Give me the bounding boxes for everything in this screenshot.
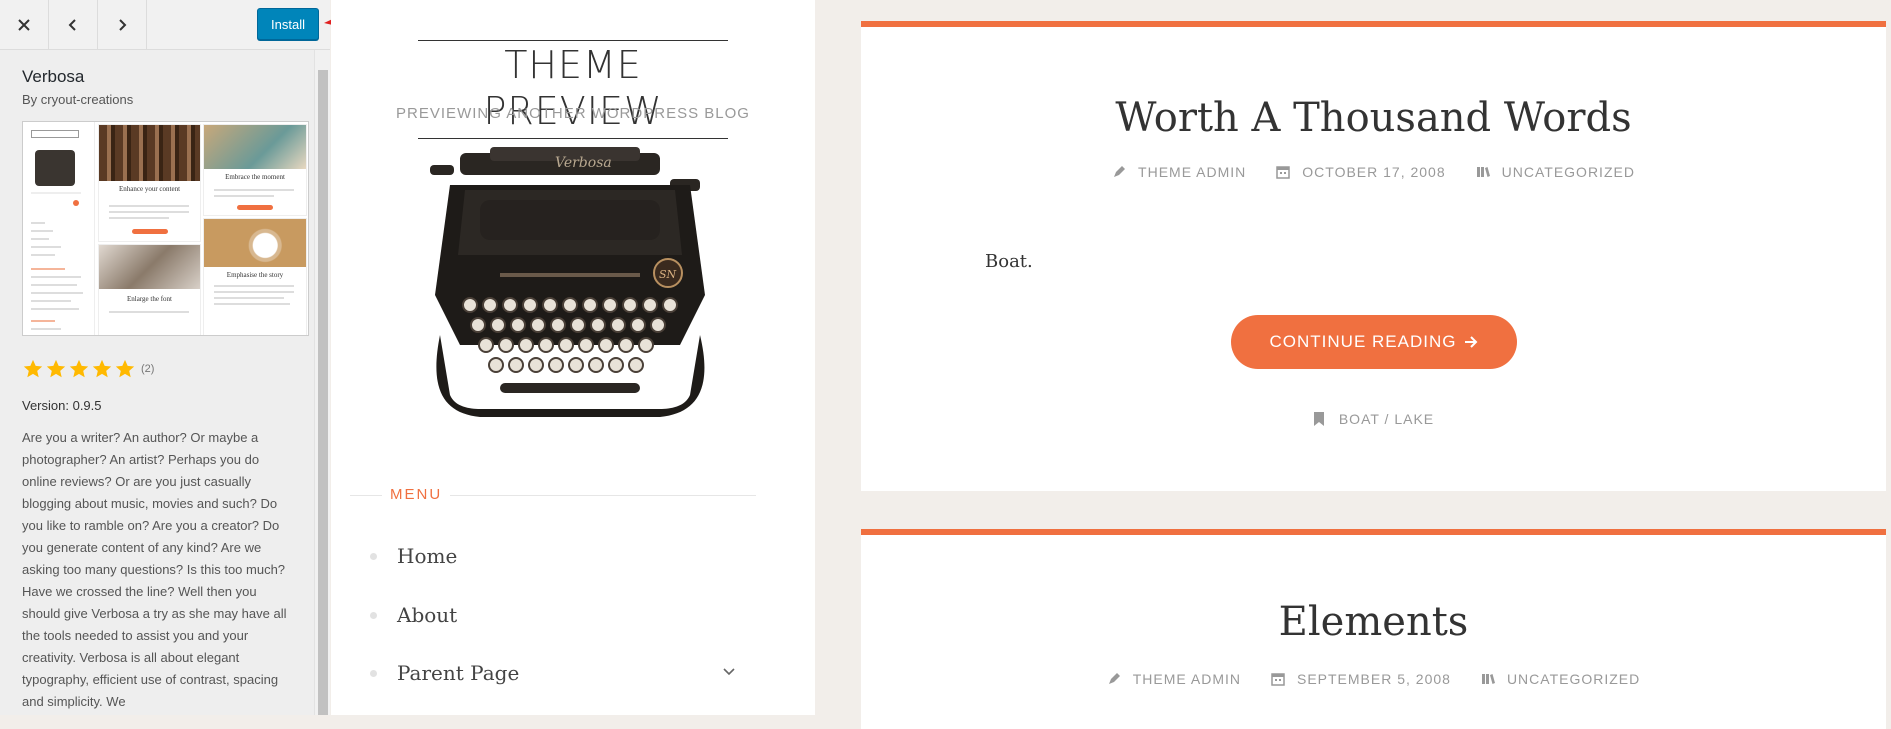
post-excerpt: Boat. (985, 251, 1033, 272)
post-meta: THEME ADMIN OCTOBER 17, 2008 UNCATEGORIZ… (861, 164, 1886, 180)
menu-item-label: Home (397, 544, 458, 568)
continue-reading-button[interactable]: CONTINUE READING (1231, 315, 1517, 369)
screenshot-sidebar (23, 122, 95, 335)
star-icon (46, 359, 66, 378)
post-category[interactable]: UNCATEGORIZED (1481, 671, 1640, 687)
post-date[interactable]: OCTOBER 17, 2008 (1276, 164, 1445, 180)
menu-heading: MENU (382, 486, 451, 503)
bullet-icon (370, 611, 377, 619)
scrollbar-thumb[interactable] (318, 70, 328, 715)
post-tags[interactable]: BOAT / LAKE (861, 411, 1886, 427)
menu-item-parent-page[interactable]: Parent Page (370, 658, 519, 688)
svg-text:SN: SN (659, 268, 677, 281)
theme-name: Verbosa (22, 67, 85, 86)
star-rating: (2) (22, 358, 292, 380)
close-icon (18, 18, 30, 31)
menu-item-about[interactable]: About (370, 600, 457, 630)
arrow-right-icon (1465, 336, 1478, 348)
typewriter-header-image: Verbosa SN (430, 147, 705, 417)
rating-count[interactable]: (2) (141, 363, 154, 375)
star-icon (69, 359, 89, 378)
theme-details: Verbosa By cryout-creations Enhance your… (0, 50, 314, 715)
chevron-down-icon[interactable] (722, 665, 736, 679)
menu-item-label: Parent Page (397, 661, 520, 685)
sidebar-scrollbar[interactable] (314, 50, 330, 715)
close-button[interactable] (0, 0, 49, 49)
screenshot-tile: Emphasise the story (203, 218, 307, 335)
post-category[interactable]: UNCATEGORIZED (1476, 164, 1635, 180)
chevron-right-icon (119, 18, 127, 31)
next-theme-button[interactable] (98, 0, 147, 49)
customizer-sidebar: Install Verbosa By cryout-creations Enha… (0, 0, 330, 715)
books-icon (1476, 167, 1490, 177)
books-icon (1481, 674, 1495, 684)
calendar-icon (1271, 673, 1285, 686)
menu-item-home[interactable]: Home (370, 541, 457, 571)
post-author[interactable]: THEME ADMIN (1107, 671, 1241, 687)
bullet-icon (370, 552, 377, 560)
site-title[interactable]: THEME PREVIEW (418, 40, 728, 139)
chevron-left-icon (68, 18, 76, 31)
screenshot-tile: Enlarge the font (98, 244, 201, 335)
post-meta: THEME ADMIN SEPTEMBER 5, 2008 UNCATEGORI… (861, 671, 1886, 687)
site-description: PREVIEWING ANOTHER WORDPRESS BLOG (396, 105, 750, 122)
theme-description: Are you a writer? An author? Or maybe a … (22, 430, 287, 709)
post-title[interactable]: Worth A Thousand Words (861, 95, 1886, 141)
star-icon (23, 359, 43, 378)
bookmark-icon (1313, 412, 1324, 426)
post-card: Worth A Thousand Words THEME ADMIN OCTOB… (861, 21, 1886, 491)
theme-screenshot: Enhance your content Embrace the moment … (22, 121, 309, 336)
star-icon (92, 359, 112, 378)
customizer-header: Install (0, 0, 330, 50)
bullet-icon (370, 669, 377, 677)
post-card: Elements THEME ADMIN SEPTEMBER 5, 2008 U… (861, 529, 1886, 729)
theme-version: Version: 0.9.5 (22, 398, 102, 413)
theme-author: By cryout-creations (22, 92, 134, 107)
pen-icon (1108, 673, 1120, 684)
install-button[interactable]: Install (257, 8, 319, 40)
post-date[interactable]: SEPTEMBER 5, 2008 (1271, 671, 1451, 687)
screenshot-tile: Embrace the moment (203, 124, 307, 216)
screenshot-tile: Enhance your content (98, 124, 201, 242)
calendar-icon (1276, 166, 1291, 179)
post-title[interactable]: Elements (861, 599, 1886, 645)
menu-item-label: About (397, 603, 458, 627)
previous-theme-button[interactable] (49, 0, 98, 49)
post-author[interactable]: THEME ADMIN (1112, 164, 1246, 180)
pen-icon (1114, 166, 1126, 177)
star-icon (115, 359, 135, 378)
svg-text:Verbosa: Verbosa (555, 155, 612, 171)
